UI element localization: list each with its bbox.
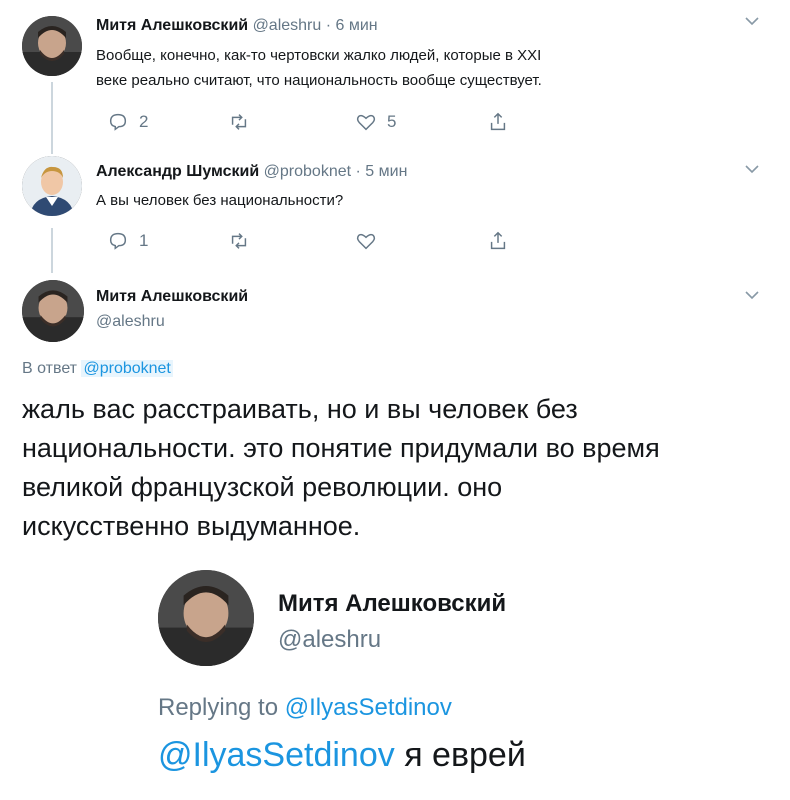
reply-icon — [109, 232, 127, 250]
reply-to-link[interactable]: @IlyasSetdinov — [285, 694, 452, 721]
reply-icon — [109, 113, 127, 131]
avatar[interactable] — [22, 280, 84, 342]
tweet-text: Вообще, конечно, как-то чертовски жалко … — [96, 43, 776, 93]
author-handle[interactable]: @aleshru — [253, 17, 322, 34]
avatar[interactable] — [158, 570, 254, 666]
timestamp[interactable]: · 6 мин — [326, 17, 378, 34]
tweet-text-line: национальности. это понятие придумали во… — [22, 433, 660, 463]
retweet-icon — [231, 114, 247, 130]
author-name[interactable]: Митя Алешковский — [278, 590, 506, 618]
share-button[interactable] — [487, 230, 509, 252]
mention-link[interactable]: @IlyasSetdinov — [158, 736, 395, 774]
heart-icon — [356, 114, 376, 131]
avatar-photo — [22, 280, 84, 342]
author-name[interactable]: Митя Алешковский — [96, 17, 248, 34]
tweet-text-line: великой французской революции. оно — [22, 472, 503, 502]
tweet-3[interactable]: Митя Алешковский @aleshru В ответ @probo… — [0, 270, 790, 550]
tweet-text: А вы человек без национальности? — [96, 192, 344, 209]
tweet-text-line: искусственно выдуманное. — [22, 511, 361, 541]
tweet-text-body: я еврей — [394, 736, 526, 774]
reply-to-link[interactable]: @proboknet — [81, 360, 173, 377]
avatar-photo — [22, 156, 82, 216]
avatar-photo — [22, 16, 82, 76]
share-button[interactable] — [487, 111, 509, 133]
heart-icon — [356, 233, 376, 250]
reply-context: В ответ @proboknet — [22, 360, 173, 378]
author-handle[interactable]: @aleshru — [278, 626, 381, 654]
tweet-header: Александр Шумский @proboknet · 5 мин — [96, 163, 407, 181]
chevron-down-icon[interactable] — [744, 14, 760, 30]
tweet-header: Митя Алешковский @aleshru · 6 мин — [96, 17, 378, 35]
share-icon — [490, 231, 506, 250]
author-name[interactable]: Александр Шумский — [96, 163, 259, 180]
author-handle[interactable]: @proboknet — [264, 163, 351, 180]
reply-context: Replying to @IlyasSetdinov — [158, 694, 452, 722]
tweet-2[interactable]: Александр Шумский @proboknet · 5 мин А в… — [0, 150, 790, 270]
retweet-button[interactable] — [228, 111, 260, 133]
reply-prefix: В ответ — [22, 360, 78, 377]
avatar-photo — [158, 570, 254, 666]
tweet-text-line: жаль вас расстраивать, но и вы человек б… — [22, 394, 578, 424]
author-handle[interactable]: @aleshru — [96, 313, 165, 331]
chevron-down-icon[interactable] — [744, 288, 760, 304]
tweet-text: жаль вас расстраивать, но и вы человек б… — [22, 390, 782, 546]
timestamp[interactable]: · 5 мин — [356, 163, 408, 180]
reply-count: 1 — [139, 231, 149, 250]
share-icon — [490, 112, 506, 131]
reply-button[interactable]: 2 — [107, 111, 148, 133]
chevron-down-icon[interactable] — [744, 162, 760, 178]
tweet-text: @IlyasSetdinov я еврей — [158, 736, 526, 775]
avatar[interactable] — [22, 156, 82, 216]
avatar[interactable] — [22, 16, 82, 76]
tweet-4[interactable]: Митя Алешковский @aleshru Replying to @I… — [150, 560, 790, 800]
reply-count: 2 — [139, 112, 149, 131]
like-button[interactable] — [355, 230, 387, 252]
like-count: 5 — [387, 112, 397, 131]
reply-prefix: Replying to — [158, 694, 279, 721]
tweet-text-line: Вообще, конечно, как-то чертовски жалко … — [96, 47, 542, 64]
like-button[interactable]: 5 — [355, 111, 396, 133]
retweet-icon — [231, 233, 247, 249]
tweet-1[interactable]: Митя Алешковский @aleshru · 6 мин Вообще… — [0, 0, 790, 150]
reply-button[interactable]: 1 — [107, 230, 148, 252]
author-name[interactable]: Митя Алешковский — [96, 288, 248, 306]
tweet-text-line: веке реально считают, что национальность… — [96, 72, 542, 89]
retweet-button[interactable] — [228, 230, 260, 252]
